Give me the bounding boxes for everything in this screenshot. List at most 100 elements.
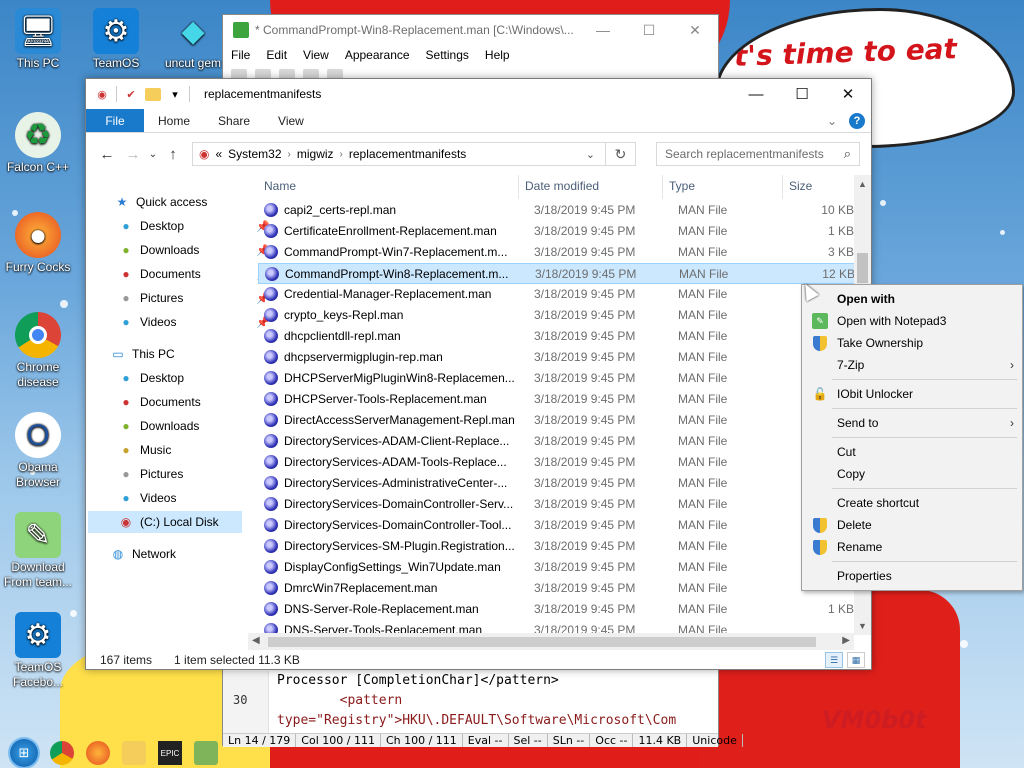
menu-item-delete[interactable]: Delete <box>802 514 1022 536</box>
file-row[interactable]: DHCPServerMigPluginWin8-Replacemen... 3/1… <box>258 368 856 389</box>
file-row[interactable]: dhcpservermigplugin-rep.man 3/18/2019 9:4… <box>258 347 856 368</box>
file-row[interactable]: DisplayConfigSettings_Win7Update.man 3/18… <box>258 557 856 578</box>
nav-quick-downloads[interactable]: ● Downloads 📌 <box>118 239 269 261</box>
close-icon[interactable]: ✕ <box>825 79 871 109</box>
search-icon[interactable]: ⌕ <box>844 146 851 162</box>
file-row[interactable]: DirectAccessServerManagement-Repl.man 3/1… <box>258 410 856 431</box>
properties-icon[interactable]: ✔ <box>123 86 139 102</box>
menu-settings[interactable]: Settings <box>426 48 469 62</box>
breadcrumb-replacementmanifests[interactable]: replacementmanifests <box>349 147 466 161</box>
nav-quick-videos[interactable]: ● Videos 📌 <box>118 311 269 333</box>
file-row[interactable]: crypto_keys-Repl.man 3/18/2019 9:45 PM MAN… <box>258 305 856 326</box>
minimize-icon[interactable]: — <box>733 79 779 109</box>
menu-item-send-to[interactable]: Send to › <box>802 412 1022 434</box>
notepad3-editor[interactable]: 30 Processor [CompletionChar]</pattern> … <box>223 671 718 733</box>
desktop-icon-teamos[interactable]: ⚙ TeamOS <box>78 8 154 71</box>
file-row[interactable]: dhcpclientdll-repl.man 3/18/2019 9:45 PM M… <box>258 326 856 347</box>
desktop-icon-this-pc[interactable]: 🖥 This PC <box>0 8 76 71</box>
file-row[interactable]: capi2_certs-repl.man 3/18/2019 9:45 PM MAN… <box>258 200 856 221</box>
desktop-icon-uncut-gem[interactable]: ◆ uncut gem <box>155 8 231 71</box>
scroll-down-icon[interactable]: ▼ <box>858 621 867 631</box>
maximize-icon[interactable]: ☐ <box>626 15 672 45</box>
scroll-thumb[interactable] <box>268 637 816 647</box>
desktop-icon-download[interactable]: ✎ Download From team... <box>0 512 76 590</box>
menu-file[interactable]: File <box>231 48 250 62</box>
column-header-name[interactable]: Name <box>264 179 296 193</box>
scroll-thumb[interactable] <box>857 253 868 283</box>
file-row[interactable]: DirectoryServices-AdministrativeCenter-.… <box>258 473 856 494</box>
file-row[interactable]: Credential-Manager-Replacement.man 3/18/2… <box>258 284 856 305</box>
scroll-up-icon[interactable]: ▲ <box>858 179 867 189</box>
menu-item-iobit-unlocker[interactable]: 🔓 IObit Unlocker <box>802 383 1022 405</box>
maximize-icon[interactable]: ☐ <box>779 79 825 109</box>
column-divider[interactable] <box>782 175 783 199</box>
address-bar[interactable]: ◉ « System32 › migwiz › replacementmanif… <box>192 142 636 166</box>
chevron-right-icon[interactable]: › <box>288 149 291 160</box>
help-icon[interactable]: ? <box>849 112 865 129</box>
menu-item-take-ownership[interactable]: Take Ownership <box>802 332 1022 354</box>
file-row[interactable]: DirectoryServices-ADAM-Client-Replace...… <box>258 431 856 452</box>
recent-locations-icon[interactable]: ⌄ <box>146 142 160 166</box>
file-row[interactable]: DmrcWin7Replacement.man 3/18/2019 9:45 PM… <box>258 578 856 599</box>
desktop-icon-falcon[interactable]: ♻ Falcon C++ <box>0 112 76 175</box>
close-icon[interactable]: ✕ <box>672 15 718 45</box>
nav-quick-access[interactable]: ★ Quick access <box>114 191 208 213</box>
forward-arrow-icon[interactable]: → <box>120 142 146 166</box>
chrome-taskbar-icon[interactable] <box>50 741 74 765</box>
menu-view[interactable]: View <box>303 48 329 62</box>
epic-games-taskbar-icon[interactable]: EPIC <box>158 741 182 765</box>
breadcrumb-migwiz[interactable]: migwiz <box>297 147 334 161</box>
nav-pc-downloads[interactable]: ● Downloads <box>118 415 199 437</box>
horizontal-scrollbar[interactable]: ◀ ▶ <box>248 633 854 650</box>
notepad3-taskbar-icon[interactable] <box>194 741 218 765</box>
menu-help[interactable]: Help <box>485 48 510 62</box>
expand-ribbon-icon[interactable]: ⌄ <box>827 114 837 128</box>
scroll-right-icon[interactable]: ▶ <box>842 635 850 646</box>
nav-quick-pictures[interactable]: ● Pictures 📌 <box>118 287 269 309</box>
nav-pc-videos[interactable]: ● Videos <box>118 487 176 509</box>
tab-share[interactable]: Share <box>204 109 264 132</box>
menu-item-cut[interactable]: Cut <box>802 441 1022 463</box>
chevron-down-icon[interactable]: ⌄ <box>586 148 595 161</box>
menu-edit[interactable]: Edit <box>266 48 287 62</box>
menu-item-open-with-notepad3[interactable]: ✎ Open with Notepad3 <box>802 310 1022 332</box>
tab-view[interactable]: View <box>264 109 318 132</box>
nav-this-pc[interactable]: ▭ This PC <box>110 343 174 365</box>
refresh-icon[interactable]: ↻ <box>605 143 635 165</box>
details-view-icon[interactable]: ☰ <box>825 652 843 668</box>
file-row[interactable]: DHCPServer-Tools-Replacement.man 3/18/201… <box>258 389 856 410</box>
explorer-taskbar-icon[interactable] <box>122 741 146 765</box>
column-header-size[interactable]: Size <box>789 179 812 193</box>
scroll-left-icon[interactable]: ◀ <box>252 635 260 646</box>
back-arrow-icon[interactable]: ← <box>94 142 120 166</box>
desktop-icon-obama-browser[interactable]: O Obama Browser <box>0 412 76 490</box>
nav-pc-local-disk[interactable]: ◉ (C:) Local Disk <box>88 511 242 533</box>
file-row[interactable]: DirectoryServices-DomainController-Serv.… <box>258 494 856 515</box>
file-row[interactable]: DNS-Server-Tools-Replacement.man 3/18/201… <box>258 620 856 633</box>
file-row[interactable]: CommandPrompt-Win8-Replacement.m... 3/18/… <box>258 263 856 284</box>
up-arrow-icon[interactable]: ↑ <box>160 142 186 166</box>
nav-quick-documents[interactable]: ● Documents 📌 <box>118 263 269 285</box>
new-folder-icon[interactable] <box>145 87 161 101</box>
nav-pc-pictures[interactable]: ● Pictures <box>118 463 183 485</box>
tab-file[interactable]: File <box>86 109 144 132</box>
menu-item-rename[interactable]: Rename <box>802 536 1022 558</box>
firefox-taskbar-icon[interactable] <box>86 741 110 765</box>
column-divider[interactable] <box>662 175 663 199</box>
breadcrumb-system32[interactable]: System32 <box>228 147 281 161</box>
column-header-type[interactable]: Type <box>669 179 695 193</box>
minimize-icon[interactable]: — <box>580 15 626 45</box>
nav-pc-documents[interactable]: ● Documents <box>118 391 200 413</box>
breadcrumb-overflow[interactable]: « <box>215 147 222 161</box>
tab-home[interactable]: Home <box>144 109 204 132</box>
menu-item-create-shortcut[interactable]: Create shortcut <box>802 492 1022 514</box>
menu-item-7zip[interactable]: 7-Zip › <box>802 354 1022 376</box>
menu-item-properties[interactable]: Properties <box>802 565 1022 587</box>
menu-item-open-with-bold[interactable]: Open with <box>802 288 1022 310</box>
column-header-date[interactable]: Date modified <box>525 179 599 193</box>
file-row[interactable]: DirectoryServices-SM-Plugin.Registration… <box>258 536 856 557</box>
chevron-right-icon[interactable]: › <box>340 149 343 160</box>
system-menu-icon[interactable]: ◉ <box>94 86 110 102</box>
file-row[interactable]: CommandPrompt-Win7-Replacement.m... 3/18/… <box>258 242 856 263</box>
large-icons-view-icon[interactable]: ▦ <box>847 652 865 668</box>
